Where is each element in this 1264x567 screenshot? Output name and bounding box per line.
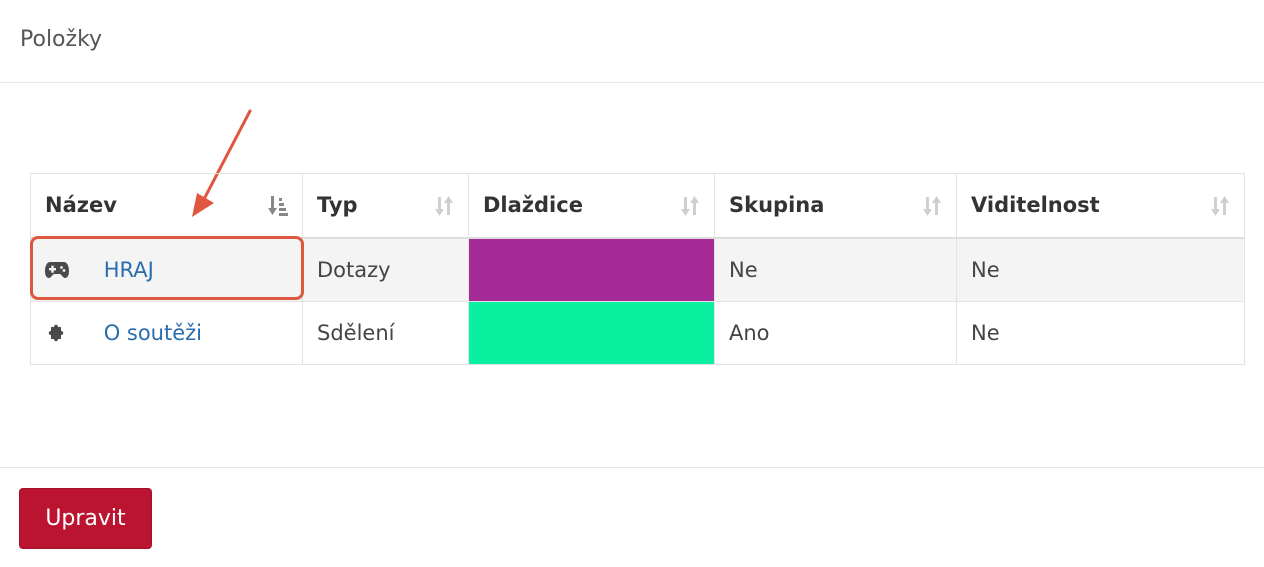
sort-icon[interactable] [680, 194, 700, 218]
table-header-row: Název Typ Dlaždice Skupina Viditelnost [30, 173, 1245, 239]
table-row[interactable]: O soutěži Sdělení Ano Ne [30, 300, 1245, 365]
visibility-cell: Ne [956, 237, 1245, 302]
puzzle-icon [48, 324, 64, 342]
tile-cell [468, 237, 715, 302]
type-cell: Sdělení [302, 300, 469, 365]
edit-button[interactable]: Upravit [19, 488, 152, 549]
name-cell: O soutěži [30, 300, 303, 365]
group-cell: Ne [714, 237, 957, 302]
item-link[interactable]: O soutěži [104, 321, 202, 345]
gamepad-icon [45, 262, 69, 278]
group-cell: Ano [714, 300, 957, 365]
panel-title: Položky [20, 27, 103, 52]
sort-icon[interactable] [1210, 194, 1230, 218]
table-row[interactable]: HRAJ Dotazy Ne Ne [30, 237, 1245, 302]
column-header-label: Dlaždice [483, 193, 583, 218]
column-header-label: Typ [317, 193, 358, 218]
panel-heading: Položky [0, 0, 1264, 83]
items-table: Název Typ Dlaždice Skupina Viditelnost H… [30, 173, 1245, 365]
column-header-label: Skupina [729, 193, 825, 218]
visibility-cell: Ne [956, 300, 1245, 365]
tile-color-swatch [469, 238, 714, 301]
column-header-tile[interactable]: Dlaždice [468, 173, 715, 239]
type-cell: Dotazy [302, 237, 469, 302]
column-header-group[interactable]: Skupina [714, 173, 957, 239]
column-header-type[interactable]: Typ [302, 173, 469, 239]
column-header-name[interactable]: Název [30, 173, 303, 239]
tile-cell [468, 300, 715, 365]
panel-footer: Upravit [0, 467, 1264, 567]
sort-icon[interactable] [434, 194, 454, 218]
column-header-visibility[interactable]: Viditelnost [956, 173, 1245, 239]
sort-asc-icon[interactable] [268, 194, 288, 218]
tile-color-swatch [469, 301, 714, 364]
column-header-label: Viditelnost [971, 193, 1100, 218]
column-header-label: Název [45, 193, 117, 218]
item-link[interactable]: HRAJ [104, 258, 154, 282]
sort-icon[interactable] [922, 194, 942, 218]
name-cell: HRAJ [30, 237, 303, 302]
